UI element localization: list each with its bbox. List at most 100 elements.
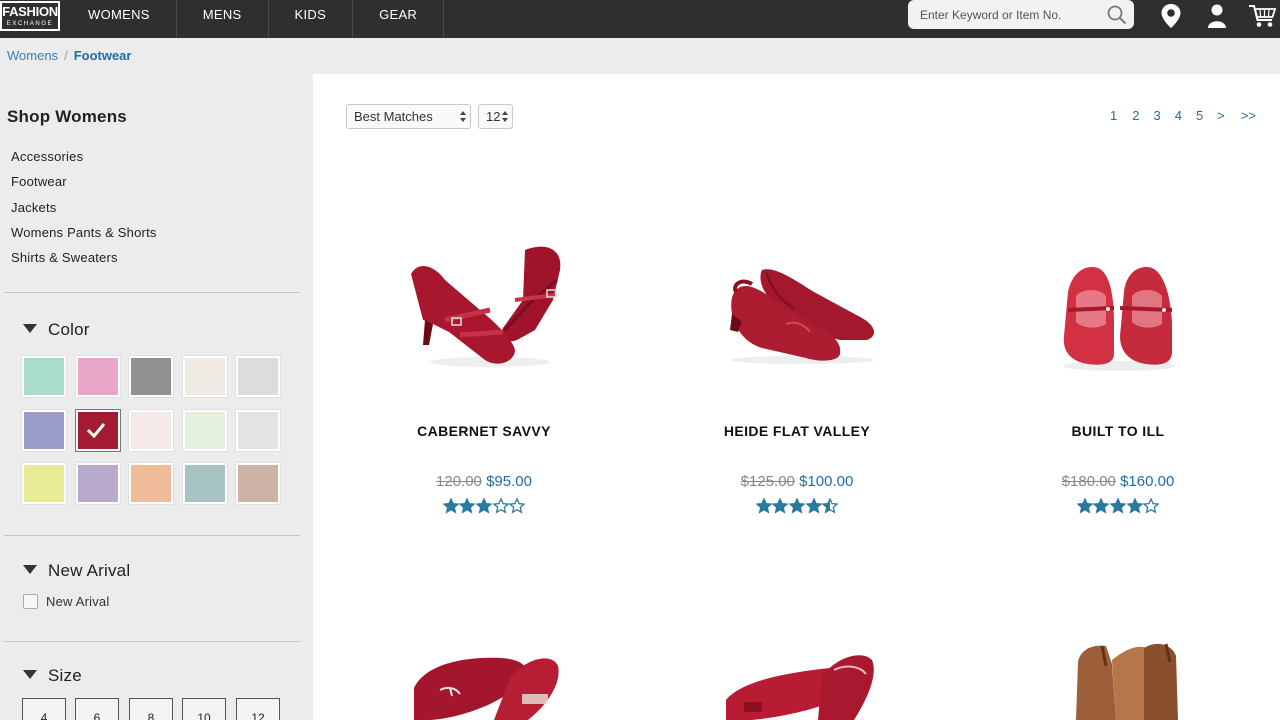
location-pin-icon[interactable] <box>1158 2 1184 30</box>
size-filter-label: Size <box>48 666 82 685</box>
color-swatch[interactable] <box>183 410 227 451</box>
original-price: 120.00 <box>436 473 482 490</box>
category-footwear[interactable]: Footwear <box>11 174 157 199</box>
page-5[interactable]: 5 <box>1196 108 1203 123</box>
product-grid-panel <box>313 74 1280 720</box>
product-image-heide-flat-valley[interactable] <box>722 262 882 367</box>
rating-stars <box>667 497 927 516</box>
search-box <box>908 0 1134 29</box>
sort-select[interactable]: Best Matches <box>346 104 471 129</box>
size-option-6[interactable]: 6 <box>75 698 119 720</box>
fashion-exchange-logo[interactable]: FASHION EXCHANGE <box>0 1 60 31</box>
color-swatch[interactable] <box>76 410 120 451</box>
nav-kids[interactable]: KIDS <box>269 0 354 38</box>
search-icon[interactable] <box>1106 4 1128 26</box>
star-filled-icon <box>475 497 493 514</box>
collapse-triangle-icon <box>23 565 37 574</box>
sale-price: $95.00 <box>486 473 532 490</box>
cart-icon[interactable] <box>1248 2 1278 30</box>
product-image-ankle-boots[interactable] <box>1072 640 1184 720</box>
pagination: 1 2 3 4 5 > >> <box>1110 108 1256 123</box>
size-option-10[interactable]: 10 <box>182 698 226 720</box>
sidebar-title: Shop Womens <box>7 107 127 126</box>
new-arrival-checkbox[interactable] <box>23 594 38 609</box>
last-page[interactable]: >> <box>1241 108 1256 123</box>
star-filled-icon <box>1109 497 1127 514</box>
star-filled-icon <box>805 497 823 514</box>
nav-gear[interactable]: GEAR <box>353 0 445 38</box>
product-image-built-to-ill[interactable] <box>1058 262 1180 374</box>
page-2[interactable]: 2 <box>1132 108 1139 123</box>
category-list: Accessories Footwear Jackets Womens Pant… <box>11 149 157 275</box>
star-filled-icon <box>771 497 789 514</box>
category-accessories[interactable]: Accessories <box>11 149 157 174</box>
page-4[interactable]: 4 <box>1175 108 1182 123</box>
account-icon[interactable] <box>1204 2 1230 30</box>
product-name[interactable]: BUILT TO ILL <box>988 423 1248 439</box>
product-price: $125.00 $100.00 <box>667 473 927 490</box>
star-filled-icon <box>1092 497 1110 514</box>
divider <box>4 535 300 536</box>
color-swatch[interactable] <box>236 463 280 504</box>
rating-stars <box>988 497 1248 516</box>
star-empty-icon <box>1142 497 1160 514</box>
breadcrumb: Womens / Footwear <box>7 48 131 63</box>
per-page-select-value: 12 <box>486 109 501 124</box>
color-filter-label: Color <box>48 320 90 339</box>
size-filter-header[interactable]: Size <box>23 666 82 686</box>
select-arrows-icon <box>460 111 466 122</box>
color-swatch[interactable] <box>22 410 66 451</box>
size-option-8[interactable]: 8 <box>129 698 173 720</box>
page-1[interactable]: 1 <box>1110 108 1117 123</box>
color-filter-header[interactable]: Color <box>23 320 90 340</box>
nav-womens[interactable]: WOMENS <box>62 0 177 38</box>
size-option-4[interactable]: 4 <box>22 698 66 720</box>
color-swatch[interactable] <box>183 463 227 504</box>
collapse-triangle-icon <box>23 324 37 333</box>
next-page[interactable]: > <box>1217 108 1225 123</box>
product-price: $180.00 $160.00 <box>988 473 1248 490</box>
category-womens-pants-shorts[interactable]: Womens Pants & Shorts <box>11 225 157 250</box>
color-swatch[interactable] <box>22 463 66 504</box>
original-price: $125.00 <box>740 473 795 490</box>
star-empty-icon <box>492 497 510 514</box>
breadcrumb-womens[interactable]: Womens <box>7 48 58 63</box>
star-half-icon <box>821 497 839 514</box>
sale-price: $160.00 <box>1120 473 1175 490</box>
star-filled-icon <box>788 497 806 514</box>
color-swatch[interactable] <box>22 356 66 397</box>
original-price: $180.00 <box>1061 473 1116 490</box>
logo-subtext: EXCHANGE <box>6 21 54 27</box>
main-nav: WOMENS MENS KIDS GEAR <box>62 0 445 38</box>
star-filled-icon <box>755 497 773 514</box>
product-image-red-pumps[interactable] <box>722 650 877 720</box>
color-swatch[interactable] <box>76 463 120 504</box>
product-image-cabernet-savvy[interactable] <box>405 240 570 375</box>
star-empty-icon <box>508 497 526 514</box>
size-option-12[interactable]: 12 <box>236 698 280 720</box>
search-input[interactable] <box>920 0 1100 29</box>
category-shirts-sweaters[interactable]: Shirts & Sweaters <box>11 250 157 275</box>
color-swatch[interactable] <box>129 410 173 451</box>
product-name[interactable]: HEIDE FLAT VALLEY <box>667 423 927 439</box>
color-swatch[interactable] <box>76 356 120 397</box>
breadcrumb-separator: / <box>64 48 68 63</box>
category-jackets[interactable]: Jackets <box>11 200 157 225</box>
color-swatch[interactable] <box>129 356 173 397</box>
star-filled-icon <box>1126 497 1144 514</box>
product-image-ballet-flats[interactable] <box>410 648 560 720</box>
new-arrival-checkbox-label[interactable]: New Arival <box>46 594 109 609</box>
nav-mens[interactable]: MENS <box>177 0 269 38</box>
product-name[interactable]: CABERNET SAVVY <box>354 423 614 439</box>
divider <box>4 292 300 293</box>
select-arrows-icon <box>502 111 508 122</box>
color-swatch[interactable] <box>236 410 280 451</box>
rating-stars <box>354 497 614 516</box>
per-page-select[interactable]: 12 <box>478 104 513 129</box>
color-swatch[interactable] <box>183 356 227 397</box>
color-swatch[interactable] <box>129 463 173 504</box>
collapse-triangle-icon <box>23 670 37 679</box>
new-arrival-filter-header[interactable]: New Arival <box>23 561 130 581</box>
page-3[interactable]: 3 <box>1153 108 1160 123</box>
color-swatch[interactable] <box>236 356 280 397</box>
